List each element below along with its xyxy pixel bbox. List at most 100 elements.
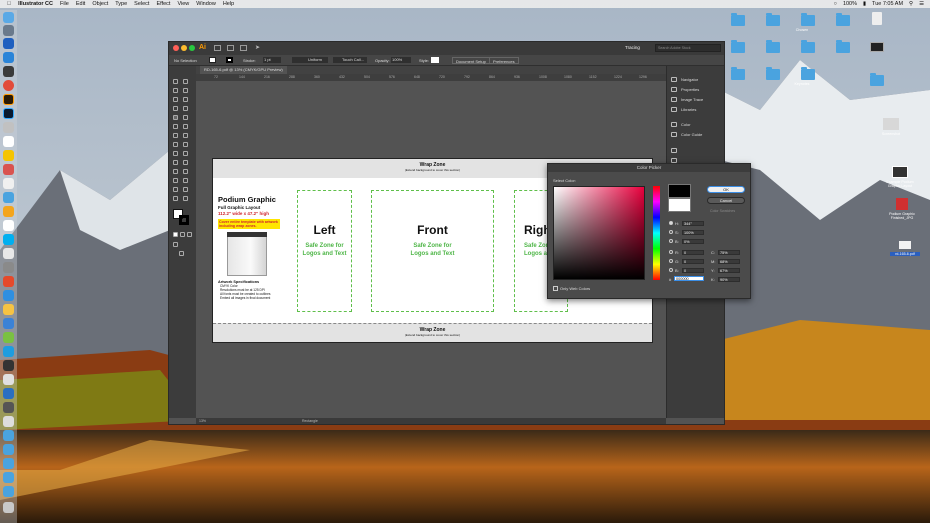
stroke-color-swatch[interactable] (179, 215, 189, 225)
s-radio[interactable] (669, 230, 673, 234)
app-icon-18[interactable] (3, 346, 14, 357)
b-field[interactable]: 0% (682, 239, 704, 244)
app-icon-11[interactable] (3, 248, 14, 259)
blue-field[interactable]: 0 (682, 268, 704, 273)
h-radio[interactable] (669, 221, 673, 225)
folder-icon-3[interactable] (3, 458, 14, 469)
menu-effect[interactable]: Effect (156, 1, 170, 7)
menu-select[interactable]: Select (134, 1, 149, 7)
panel-image-trace[interactable]: Image Trace (681, 97, 703, 102)
shaper-tool-icon[interactable] (173, 124, 178, 129)
app-icon-10[interactable] (3, 220, 14, 231)
color-guide-icon[interactable] (671, 132, 677, 137)
app-icon-2[interactable] (3, 52, 14, 63)
gradient-tool-icon[interactable] (183, 160, 188, 165)
fill-swatch[interactable] (209, 57, 216, 63)
menu-type[interactable]: Type (115, 1, 127, 7)
desktop-folder-icon[interactable] (731, 13, 745, 26)
app-icon-16[interactable] (3, 318, 14, 329)
horizontal-ruler[interactable]: 72 144 216 288 360 432 504 576 648 720 792 864 936 10… (196, 74, 666, 81)
g-field[interactable]: 0 (682, 259, 704, 264)
desktop-folder-icon[interactable] (801, 40, 815, 53)
ok-button[interactable]: OK (707, 186, 745, 193)
app-icon-17[interactable] (3, 332, 14, 343)
stroke-weight-field[interactable]: 1 pt (263, 57, 281, 63)
menu-file[interactable]: File (60, 1, 69, 7)
line-tool-icon[interactable] (183, 106, 188, 111)
desktop-folder-icon[interactable] (766, 67, 780, 80)
curvature-tool-icon[interactable] (183, 97, 188, 102)
style-swatch[interactable] (431, 57, 439, 63)
folder-icon-4[interactable] (3, 472, 14, 483)
properties-icon[interactable] (671, 87, 677, 92)
hue-slider[interactable] (653, 186, 660, 280)
desktop-folder-icon[interactable] (870, 73, 884, 86)
perspective-tool-icon[interactable] (183, 151, 188, 156)
draw-mode-icon[interactable] (173, 242, 178, 247)
apple-menu-icon[interactable]:  (7, 1, 11, 7)
app-icon-1[interactable] (3, 38, 14, 49)
app-icon-7[interactable] (3, 178, 14, 189)
symbol-sprayer-tool-icon[interactable] (173, 178, 178, 183)
desktop-folder-icon[interactable] (731, 40, 745, 53)
hex-field[interactable]: 000000 (674, 276, 704, 281)
desktop-folder-icon[interactable] (766, 40, 780, 53)
folder-icon[interactable] (3, 430, 14, 441)
desktop-file-icon[interactable] (870, 42, 884, 52)
minimize-button[interactable] (181, 45, 187, 51)
launchpad-icon[interactable] (3, 25, 14, 36)
trash-icon[interactable] (3, 502, 14, 513)
s-field[interactable]: 100% (682, 230, 704, 235)
gradient-mode-icon[interactable] (180, 232, 185, 237)
width-tool-icon[interactable] (173, 142, 178, 147)
screenshot-file-icon[interactable] (883, 118, 899, 130)
desktop-folder-icon[interactable] (766, 13, 780, 26)
panel-color[interactable]: Color (681, 122, 691, 127)
stock-icon[interactable] (227, 45, 234, 51)
menu-app-name[interactable]: Illustrator CC (18, 1, 53, 7)
app-icon-21[interactable] (3, 388, 14, 399)
only-web-colors-checkbox[interactable] (553, 286, 558, 291)
app-icon-14[interactable] (3, 290, 14, 301)
desktop-folder-icon[interactable] (836, 13, 850, 26)
stroke-swatch[interactable] (226, 57, 233, 63)
app-icon-8[interactable] (3, 192, 14, 203)
app-icon-6[interactable] (3, 164, 14, 175)
type-tool-icon[interactable] (173, 106, 178, 111)
rectangle-tool-icon[interactable] (173, 115, 178, 120)
wifi-icon[interactable]: ○ (834, 1, 837, 7)
desktop-pdf-icon[interactable] (899, 241, 911, 249)
arrange-icon[interactable] (240, 45, 247, 51)
gpu-icon[interactable]: ➤ (255, 44, 260, 51)
battery-icon[interactable]: ▮ (863, 1, 866, 7)
app-icon-4[interactable] (3, 122, 14, 133)
color-field[interactable] (553, 186, 645, 280)
panel-properties[interactable]: Properties (681, 87, 699, 92)
image-trace-icon[interactable] (671, 97, 677, 102)
desktop-folder-icon[interactable] (801, 67, 815, 80)
none-mode-icon[interactable] (187, 232, 192, 237)
eraser-tool-icon[interactable] (183, 124, 188, 129)
mesh-tool-icon[interactable] (173, 160, 178, 165)
illustrator-icon[interactable] (3, 94, 14, 105)
preferences-button[interactable]: Preferences (489, 57, 519, 64)
desktop-folder-icon[interactable] (836, 40, 850, 53)
menu-list-icon[interactable]: ☰ (919, 1, 924, 7)
document-setup-button[interactable]: Document Setup (452, 57, 490, 64)
clock[interactable]: Tue 7:05 AM (872, 1, 903, 7)
free-transform-tool-icon[interactable] (183, 142, 188, 147)
app-icon-9[interactable] (3, 206, 14, 217)
color-icon[interactable] (671, 122, 677, 127)
calendar-icon[interactable] (3, 136, 14, 147)
app-icon-23[interactable] (3, 416, 14, 427)
paintbrush-tool-icon[interactable] (183, 115, 188, 120)
blue-radio[interactable] (669, 268, 673, 272)
c-field[interactable]: 75% (718, 250, 740, 255)
app-icon-13[interactable] (3, 276, 14, 287)
pen-tool-icon[interactable] (173, 97, 178, 102)
workspace-switcher[interactable]: Tracing (625, 45, 640, 50)
h-field[interactable]: 344° (682, 221, 704, 226)
app-icon-12[interactable] (3, 262, 14, 273)
lasso-tool-icon[interactable] (183, 88, 188, 93)
blend-tool-icon[interactable] (183, 169, 188, 174)
